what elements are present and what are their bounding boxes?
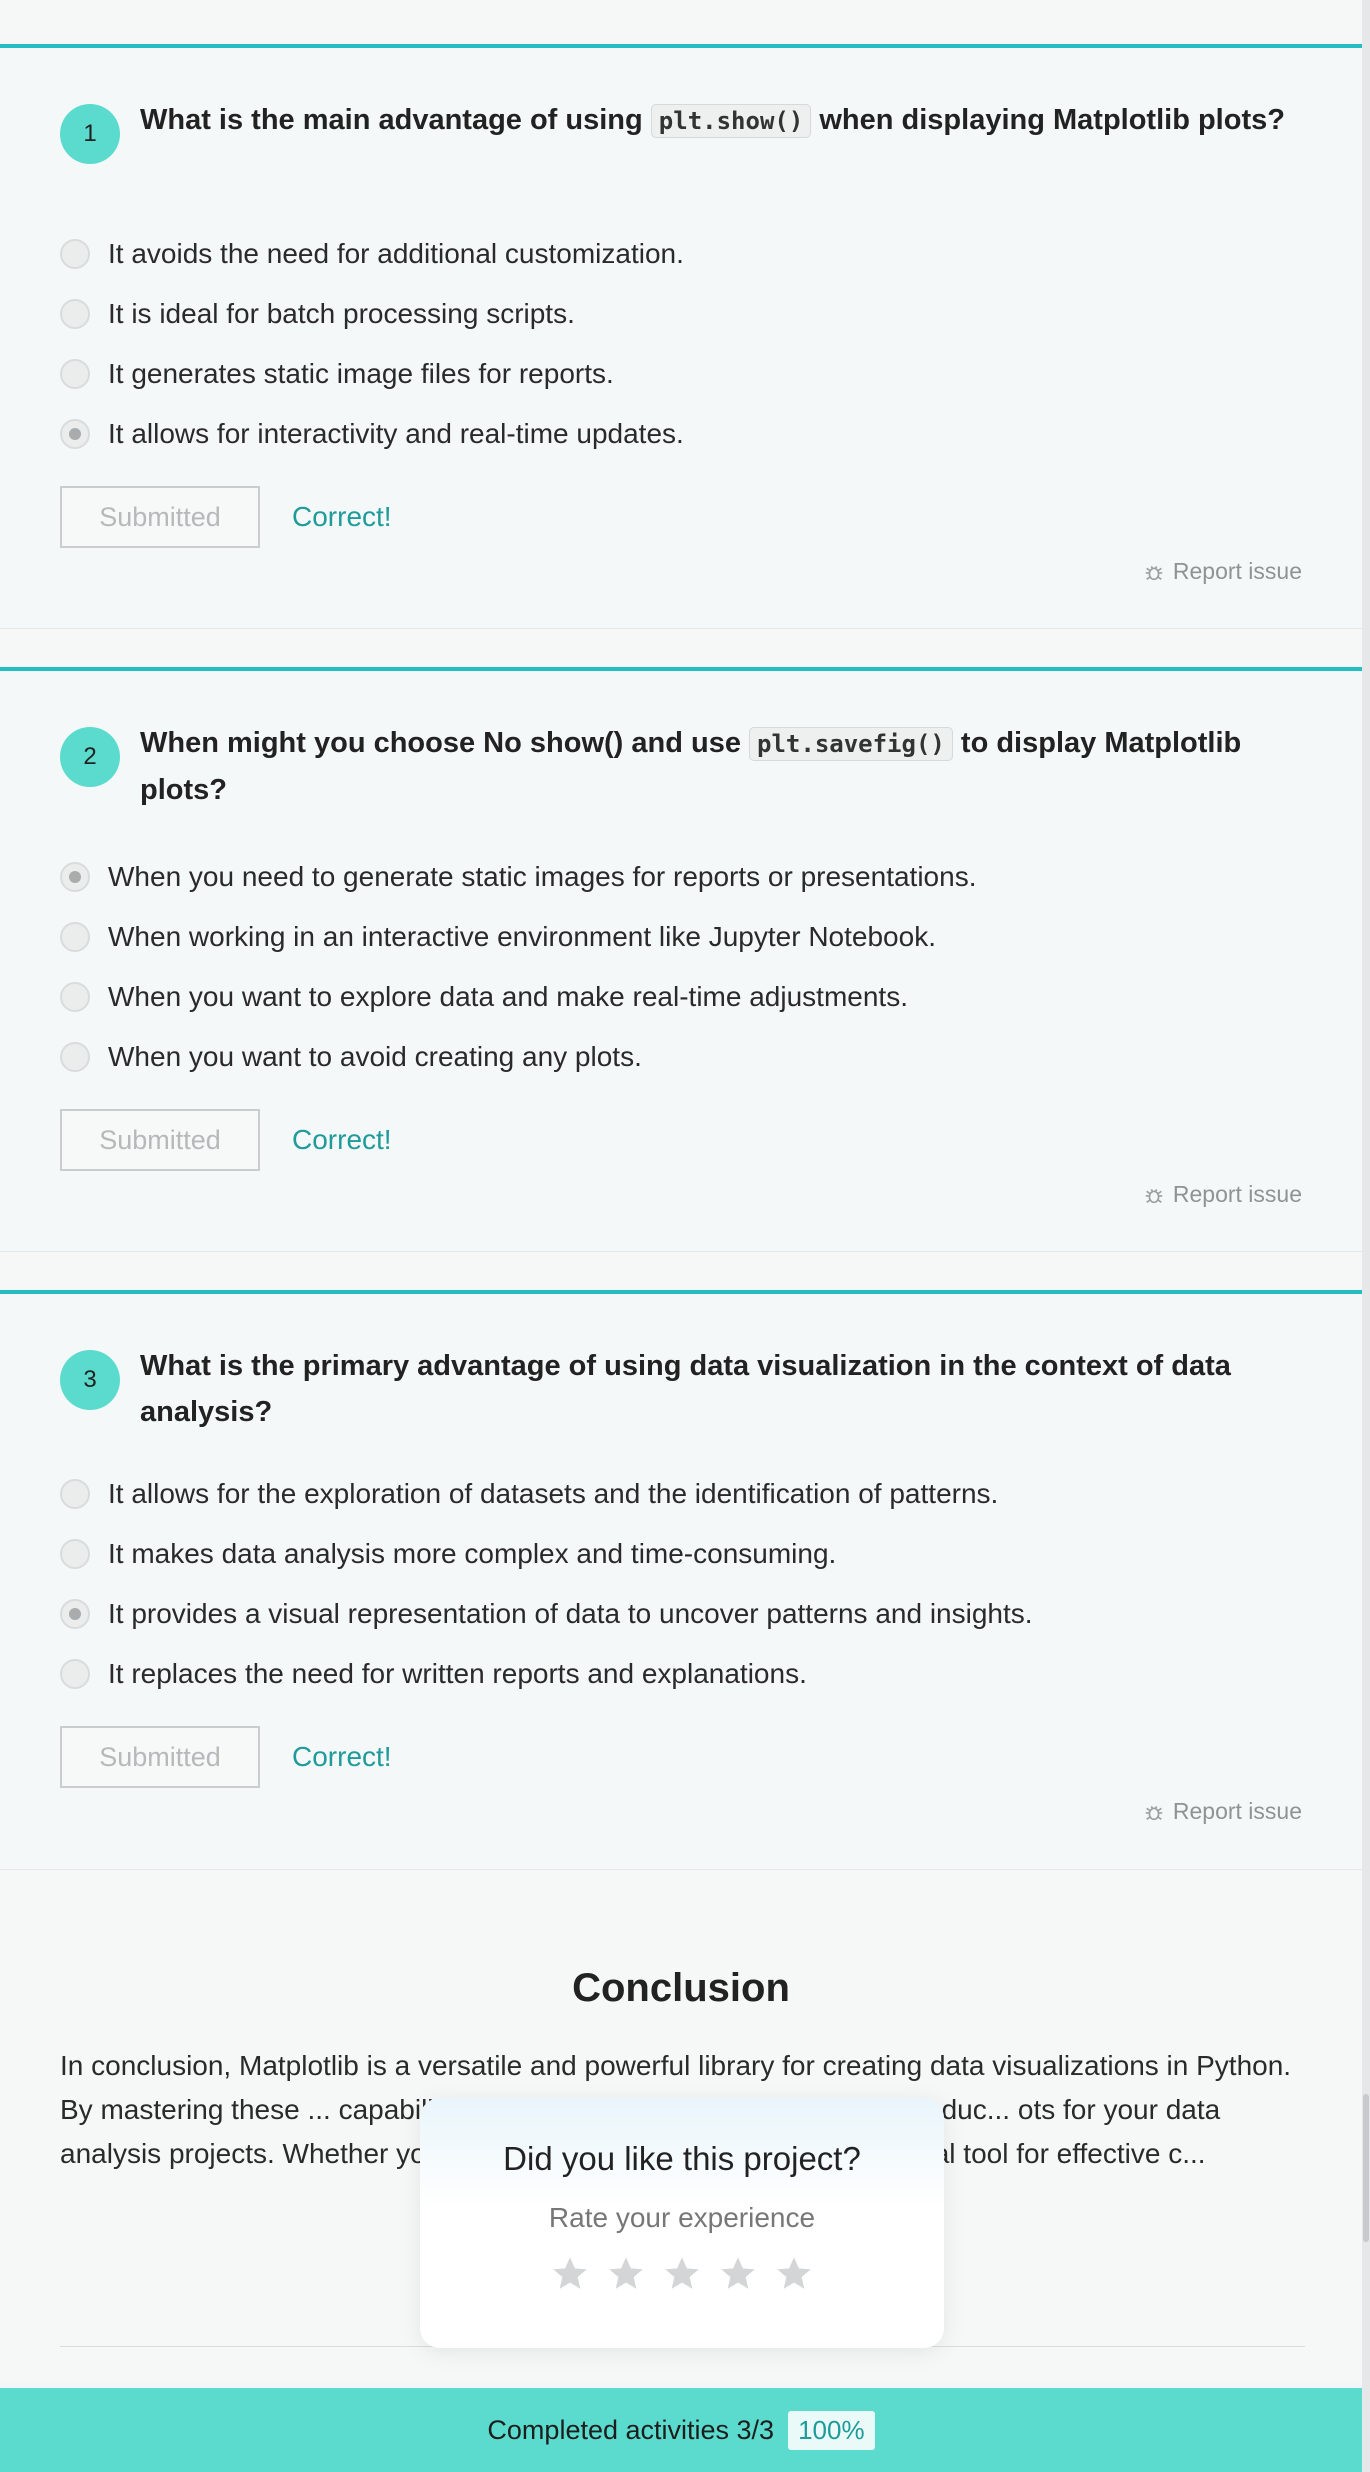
star-icon[interactable] [718, 2254, 758, 2294]
inline-code: plt.show() [650, 104, 812, 138]
report-issue-label: Report issue [1172, 1181, 1302, 1207]
question-text: What is the primary advantage of using d… [140, 1343, 1310, 1435]
question-header: 1 What is the main advantage of using pl… [60, 104, 1310, 164]
radio-button[interactable] [60, 982, 90, 1012]
scrollbar-thumb[interactable] [1363, 2094, 1369, 2242]
option-label: It allows for the exploration of dataset… [108, 1478, 999, 1509]
feedback-text: Correct! [292, 1124, 392, 1155]
report-issue-label: Report issue [1172, 1798, 1302, 1824]
option[interactable]: It avoids the need for additional custom… [60, 224, 684, 284]
popup-subtitle: Rate your experience [548, 2202, 816, 2233]
question-header: 3 What is the primary advantage of using… [60, 1350, 1310, 1435]
progress-percent-badge: 100% [788, 2410, 875, 2450]
radio-button[interactable] [60, 1042, 90, 1072]
actions: Submitted Correct! [60, 1109, 392, 1171]
option[interactable]: It allows for interactivity and real-tim… [60, 404, 684, 464]
option-label: It provides a visual representation of d… [108, 1598, 1033, 1629]
quiz-card-2: 2 When might you choose No show() and us… [0, 667, 1362, 1252]
question-text-before: When might you choose No show() and use [140, 727, 750, 759]
rating-popup: Did you like this project? Rate your exp… [420, 2098, 944, 2348]
option-label: It generates static image files for repo… [108, 358, 614, 389]
star-icon[interactable] [774, 2254, 814, 2294]
report-issue-link[interactable]: Report issue [1143, 558, 1302, 585]
quiz-card-3: 3 What is the primary advantage of using… [0, 1290, 1362, 1870]
option[interactable]: When working in an interactive environme… [60, 907, 976, 967]
bug-icon [1145, 1188, 1163, 1203]
option-label: It is ideal for batch processing scripts… [108, 298, 575, 329]
question-number: 1 [60, 104, 120, 164]
radio-button[interactable] [60, 299, 90, 329]
submitted-button[interactable]: Submitted [60, 1109, 260, 1171]
radio-button-selected[interactable] [60, 862, 90, 892]
question-text-before: What is the main advantage of using [140, 104, 651, 136]
option-label: When you want to avoid creating any plot… [108, 1041, 642, 1072]
radio-button[interactable] [60, 1479, 90, 1509]
question-text: What is the main advantage of using plt.… [140, 97, 1285, 164]
option[interactable]: When you want to avoid creating any plot… [60, 1027, 976, 1087]
quiz-card-1: 1 What is the main advantage of using pl… [0, 44, 1362, 629]
progress-bar: Completed activities 3/3 100% [0, 2388, 1362, 2472]
star-icon[interactable] [550, 2254, 590, 2294]
option[interactable]: When you want to explore data and make r… [60, 967, 976, 1027]
report-issue-link[interactable]: Report issue [1143, 1181, 1302, 1208]
radio-button[interactable] [60, 1539, 90, 1569]
radio-button[interactable] [60, 239, 90, 269]
inline-code: plt.savefig() [749, 727, 953, 761]
bug-icon [1145, 565, 1163, 580]
radio-button-selected[interactable] [60, 419, 90, 449]
progress-label: Completed activities 3/3 [487, 2414, 775, 2445]
star-icon[interactable] [662, 2254, 702, 2294]
report-issue-label: Report issue [1172, 558, 1302, 584]
question-text-after: when displaying Matplotlib plots? [811, 104, 1285, 136]
option[interactable]: It replaces the need for written reports… [60, 1644, 1033, 1704]
submitted-button[interactable]: Submitted [60, 486, 260, 548]
report-issue-link[interactable]: Report issue [1143, 1798, 1302, 1825]
question-number: 2 [60, 727, 120, 787]
feedback-text: Correct! [292, 1741, 392, 1772]
radio-button-selected[interactable] [60, 1599, 90, 1629]
conclusion-title: Conclusion [572, 1966, 790, 2010]
bug-icon [1145, 1805, 1163, 1820]
popup-title: Did you like this project? [503, 2140, 861, 2177]
option[interactable]: It allows for the exploration of dataset… [60, 1464, 1033, 1524]
page: 1 What is the main advantage of using pl… [0, 0, 1362, 2472]
option-label: It replaces the need for written reports… [108, 1658, 807, 1689]
option-label: When you want to explore data and make r… [108, 981, 908, 1012]
radio-button[interactable] [60, 359, 90, 389]
option[interactable]: It provides a visual representation of d… [60, 1584, 1033, 1644]
feedback-text: Correct! [292, 501, 392, 532]
option-label: It avoids the need for additional custom… [108, 238, 684, 269]
question-number: 3 [60, 1350, 120, 1410]
star-icon[interactable] [606, 2254, 646, 2294]
question-text-before: What is the primary advantage of using d… [140, 1350, 1231, 1428]
radio-button[interactable] [60, 1659, 90, 1689]
top-strip [0, 0, 1362, 44]
question-header: 2 When might you choose No show() and us… [60, 727, 1310, 813]
option[interactable]: It makes data analysis more complex and … [60, 1524, 1033, 1584]
option-label: When you need to generate static images … [108, 861, 977, 892]
actions: Submitted Correct! [60, 486, 392, 548]
actions: Submitted Correct! [60, 1726, 392, 1788]
star-rating [420, 2254, 944, 2294]
options-list: It allows for the exploration of dataset… [60, 1464, 1033, 1704]
option[interactable]: It generates static image files for repo… [60, 344, 684, 404]
option[interactable]: It is ideal for batch processing scripts… [60, 284, 684, 344]
submitted-button[interactable]: Submitted [60, 1726, 260, 1788]
option-label: When working in an interactive environme… [108, 921, 936, 952]
option[interactable]: When you need to generate static images … [60, 847, 976, 907]
options-list: When you need to generate static images … [60, 847, 976, 1087]
scrollbar[interactable] [1362, 0, 1370, 2472]
option-label: It allows for interactivity and real-tim… [108, 418, 684, 449]
options-list: It avoids the need for additional custom… [60, 224, 684, 464]
question-text: When might you choose No show() and use … [140, 720, 1310, 813]
radio-button[interactable] [60, 922, 90, 952]
option-label: It makes data analysis more complex and … [108, 1538, 837, 1569]
